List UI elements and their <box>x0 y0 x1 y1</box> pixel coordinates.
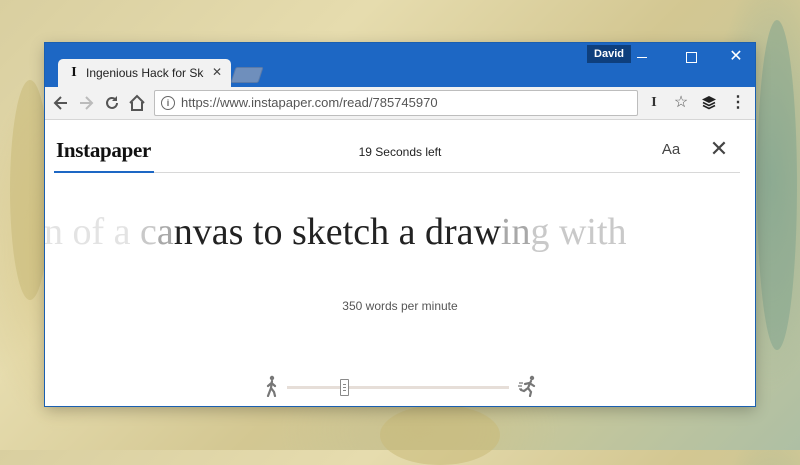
forward-arrow-icon[interactable] <box>76 93 96 113</box>
instapaper-extension-icon[interactable]: I <box>644 93 664 113</box>
walking-person-icon[interactable] <box>264 375 280 398</box>
speed-slider-track[interactable] <box>287 386 509 389</box>
speed-reading-text: on of a canvas to sketch a drawing with <box>45 210 755 260</box>
reader-text-segment: c <box>140 211 157 253</box>
back-arrow-icon[interactable] <box>51 93 71 113</box>
reader-text-segment: g with <box>530 211 627 253</box>
brand-underline <box>54 171 154 173</box>
url-text[interactable]: https://www.instapaper.com/read/78574597… <box>181 95 438 110</box>
home-icon[interactable] <box>127 93 147 113</box>
browser-toolbar: i https://www.instapaper.com/read/785745… <box>45 87 755 120</box>
reader-page: Instapaper 19 Seconds left Aa ✕ on of a … <box>45 120 755 406</box>
tab-title: Ingenious Hack for Sketc <box>86 66 204 80</box>
info-icon[interactable]: i <box>161 96 175 110</box>
reader-text-segment: on of a <box>45 211 131 253</box>
words-per-minute-label: 350 words per minute <box>342 299 458 313</box>
instapaper-favicon-icon: I <box>71 65 77 80</box>
reload-icon[interactable] <box>102 93 122 113</box>
background-wheat-right <box>757 20 797 350</box>
reader-text-segment: nvas to sketch a draw <box>173 211 501 253</box>
minimize-button[interactable] <box>619 45 665 69</box>
active-tab[interactable]: I Ingenious Hack for Sketc ✕ <box>58 59 231 87</box>
browser-window: I Ingenious Hack for Sketc ✕ David ✕ i h… <box>45 43 755 406</box>
reader-text-segment: in <box>500 211 531 253</box>
time-remaining: 19 Seconds left <box>358 145 442 159</box>
address-bar[interactable]: i https://www.instapaper.com/read/785745… <box>154 90 638 116</box>
speed-reading-line: on of a canvas to sketch a drawing with <box>45 210 627 254</box>
window-close-button[interactable]: ✕ <box>713 45 759 69</box>
new-tab-button[interactable] <box>230 67 264 83</box>
close-reader-button[interactable]: ✕ <box>707 137 731 161</box>
speed-slider-handle[interactable] <box>340 379 350 396</box>
title-bar: I Ingenious Hack for Sketc ✕ David ✕ <box>45 43 755 87</box>
tab-close-icon[interactable]: ✕ <box>209 64 225 80</box>
kebab-menu-icon[interactable]: ⋮ <box>728 93 748 113</box>
font-settings-button[interactable]: Aa <box>656 141 686 161</box>
background-wheat-bottom <box>380 405 500 465</box>
running-person-icon[interactable] <box>518 375 538 398</box>
header-divider <box>54 172 740 173</box>
background-wheat-left <box>10 80 50 300</box>
instapaper-logo[interactable]: Instapaper <box>56 138 151 163</box>
maximize-button[interactable] <box>668 45 714 69</box>
buffer-icon[interactable] <box>699 93 719 113</box>
star-icon[interactable]: ☆ <box>671 93 691 113</box>
reader-text-segment: a <box>156 211 174 253</box>
